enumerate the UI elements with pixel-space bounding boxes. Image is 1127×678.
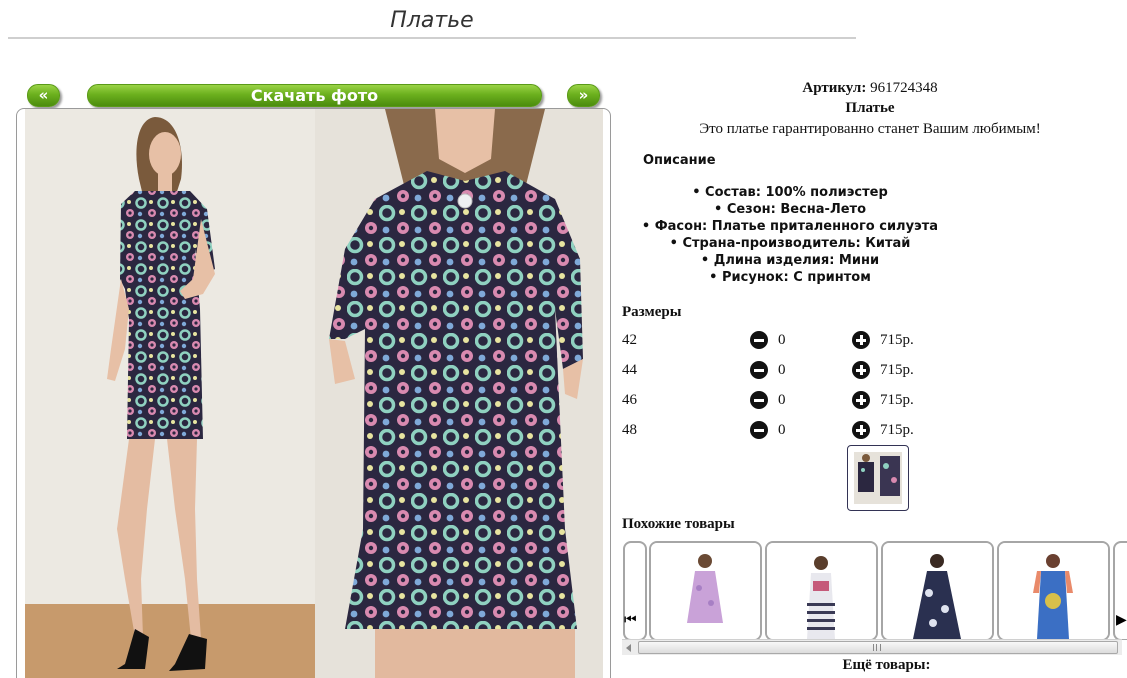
scrollbar-thumb[interactable] [638, 641, 1118, 654]
size-label: 44 [622, 362, 637, 378]
description-item: Сезон: Весна-Лето [620, 201, 960, 218]
similar-item[interactable] [765, 541, 878, 640]
carousel-scrollbar[interactable] [622, 639, 1122, 655]
description-item: Рисунок: С принтом [620, 269, 960, 286]
size-row: 46 0 715р. [622, 389, 1042, 411]
product-tagline: Это платье гарантированно станет Вашим л… [699, 121, 1041, 137]
minus-icon[interactable] [750, 391, 768, 409]
size-row: 42 0 715р. [622, 329, 1042, 351]
size-label: 46 [622, 392, 637, 408]
description-heading: Описание [643, 153, 716, 168]
product-photo-closeup[interactable] [315, 109, 603, 678]
quantity-value: 0 [778, 392, 786, 408]
price-value: 715р. [880, 422, 914, 438]
carousel-prev-icon[interactable]: ⏮ [624, 612, 640, 632]
quantity-value: 0 [778, 362, 786, 378]
description-item: Страна-производитель: Китай [620, 235, 960, 252]
carousel-next-icon[interactable]: ▶ [1116, 612, 1127, 632]
quantity-value: 0 [778, 332, 786, 348]
plus-icon[interactable] [852, 391, 870, 409]
title-divider [8, 37, 856, 39]
minus-icon[interactable] [750, 361, 768, 379]
minus-icon[interactable] [750, 421, 768, 439]
minus-icon[interactable] [750, 331, 768, 349]
similar-item[interactable] [649, 541, 762, 640]
sizes-heading: Размеры [622, 304, 682, 320]
article-label: Артикул: [802, 80, 867, 96]
similar-item[interactable] [881, 541, 994, 640]
page-title: Платье [390, 8, 474, 33]
similar-heading: Похожие товары [622, 516, 735, 532]
plus-icon[interactable] [852, 421, 870, 439]
size-row: 48 0 715р. [622, 419, 1042, 441]
description-item: Состав: 100% полиэстер [620, 184, 960, 201]
grip-icon [873, 644, 881, 651]
description-list: Состав: 100% полиэстер Сезон: Весна-Лето… [620, 184, 960, 286]
article-line: Артикул: 961724348 [620, 80, 1120, 97]
product-photo-frame [16, 108, 611, 678]
description-item: Длина изделия: Мини [620, 252, 960, 269]
product-thumbnail[interactable] [847, 445, 909, 511]
price-value: 715р. [880, 392, 914, 408]
description-item: Фасон: Платье приталенного силуэта [620, 218, 960, 235]
plus-icon[interactable] [852, 361, 870, 379]
more-products-heading: Ещё товары: [842, 657, 931, 673]
size-row: 44 0 715р. [622, 359, 1042, 381]
size-label: 48 [622, 422, 637, 438]
article-value: 961724348 [870, 80, 938, 96]
similar-carousel [622, 540, 1127, 640]
size-label: 42 [622, 332, 637, 348]
plus-icon[interactable] [852, 331, 870, 349]
price-value: 715р. [880, 332, 914, 348]
product-photo-full[interactable] [25, 109, 315, 678]
price-value: 715р. [880, 362, 914, 378]
quantity-value: 0 [778, 422, 786, 438]
scroll-left-icon[interactable] [622, 642, 636, 654]
prev-photo-button[interactable]: « [27, 84, 60, 107]
download-photo-button[interactable]: Скачать фото [87, 84, 542, 107]
next-photo-button[interactable]: » [567, 84, 600, 107]
product-name: Платье [845, 100, 895, 116]
similar-item[interactable] [997, 541, 1110, 640]
